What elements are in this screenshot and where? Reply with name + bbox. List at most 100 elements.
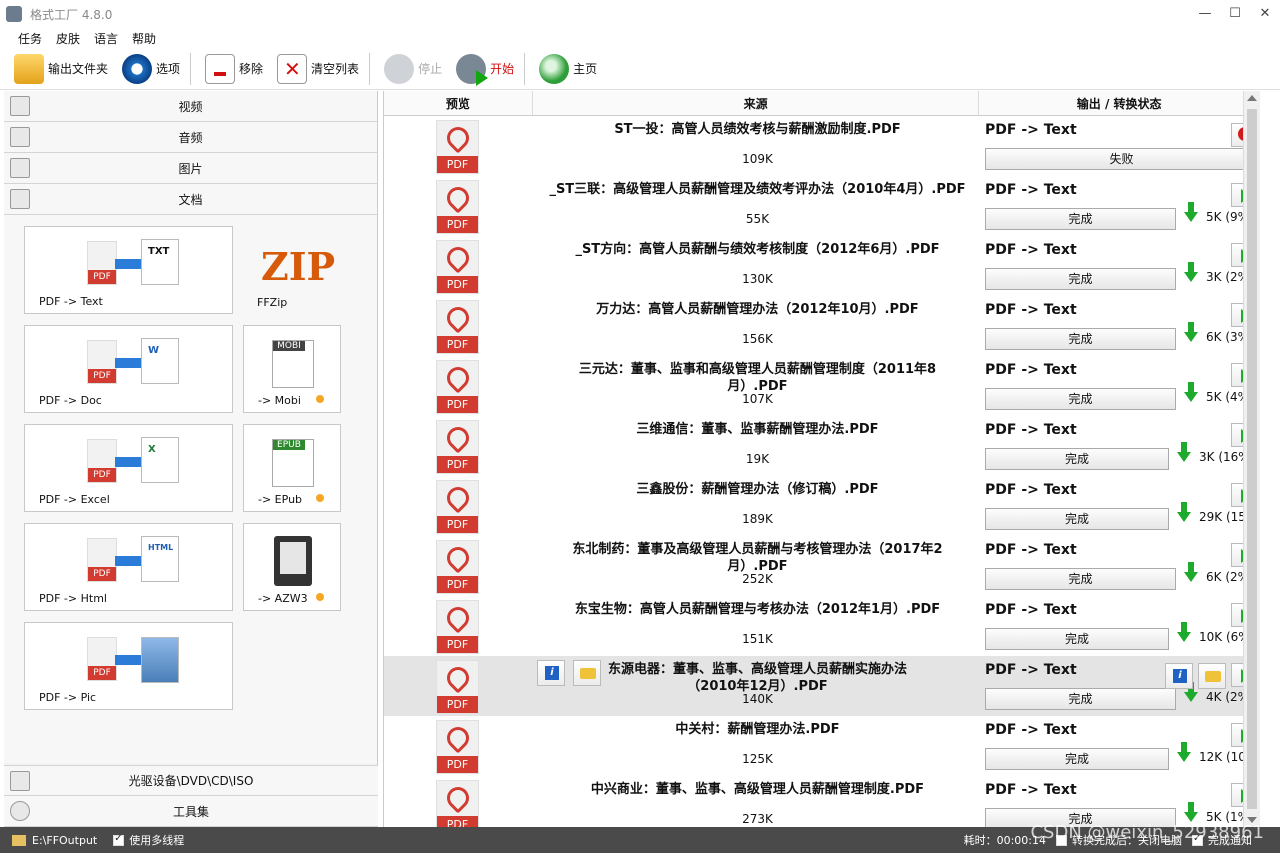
- column-preview[interactable]: 预览: [384, 91, 533, 115]
- remove-label: 移除: [239, 62, 264, 76]
- column-output-status[interactable]: 输出 / 转换状态: [979, 91, 1260, 115]
- menu-tasks[interactable]: 任务: [18, 30, 42, 47]
- scroll-up-icon[interactable]: [1247, 95, 1257, 101]
- maximize-button[interactable]: ☐: [1220, 0, 1250, 28]
- conversion-type: PDF -> Text: [985, 602, 1077, 618]
- status-button[interactable]: 完成: [985, 328, 1176, 350]
- tile-label: FFZip: [257, 296, 288, 309]
- tile-pdf-to-doc[interactable]: W PDF -> Doc: [24, 325, 233, 413]
- tile-pdf-to-excel[interactable]: X PDF -> Excel: [24, 424, 233, 512]
- table-row[interactable]: PDF ST一投：高管人员绩效考核与薪酬激励制度.PDF 109K PDF -> Te…: [384, 116, 1260, 176]
- window-controls: — ☐ ✕: [1190, 0, 1280, 28]
- pdf-label: PDF: [437, 276, 478, 293]
- status-button[interactable]: 完成: [985, 268, 1176, 290]
- minimize-button[interactable]: —: [1190, 0, 1220, 28]
- clear-list-button[interactable]: 清空列表: [277, 51, 359, 87]
- scroll-thumb[interactable]: [1247, 109, 1257, 809]
- remove-button[interactable]: 移除: [205, 51, 263, 87]
- acrobat-icon: [442, 722, 474, 754]
- table-row[interactable]: PDF 三鑫股份：薪酬管理办法（修订稿）.PDF 189K PDF -> Text 完成…: [384, 476, 1260, 536]
- tile-pdf-to-text[interactable]: TXT PDF -> Text: [24, 226, 233, 314]
- menu-skin[interactable]: 皮肤: [56, 30, 80, 47]
- table-row[interactable]: PDF 万力达：高管人员薪酬管理办法（2012年10月）.PDF 156K PDF -…: [384, 296, 1260, 356]
- html-file-tag: HTML: [148, 543, 174, 552]
- audio-icon: [10, 127, 30, 147]
- stop-label: 停止: [418, 62, 443, 76]
- table-row[interactable]: PDF 三元达：董事、监事和高级管理人员薪酬管理制度（2011年8 月）.PDF 1…: [384, 356, 1260, 416]
- title-bar: 格式工厂 4.8.0 — ☐ ✕: [0, 0, 1280, 28]
- close-button[interactable]: ✕: [1250, 0, 1280, 28]
- status-button[interactable]: 完成: [985, 508, 1169, 530]
- pdf-label: PDF: [437, 636, 478, 653]
- status-button[interactable]: 完成: [985, 688, 1176, 710]
- tile-label: PDF -> Excel: [39, 493, 110, 506]
- table-row[interactable]: PDF中关村：薪酬管理办法.PDF125KPDF -> Text完成12K (1…: [384, 716, 1260, 776]
- table-row[interactable]: PDF _ST三联：高级管理人员薪酬管理及绩效考评办法（2010年4月）.PDF 5…: [384, 176, 1260, 236]
- tile-pdf-to-html[interactable]: HTML PDF -> Html: [24, 523, 233, 611]
- pdf-file-icon: PDF: [436, 780, 479, 827]
- open-folder-button[interactable]: [1198, 663, 1226, 689]
- table-row[interactable]: PDF 东北制药：董事及高级管理人员薪酬与考核管理办法（2017年2 月）.PDF…: [384, 536, 1260, 596]
- conversion-type: PDF -> Text: [985, 182, 1077, 198]
- tile-azw3[interactable]: -> AZW3: [243, 523, 341, 611]
- start-label: 开始: [490, 62, 515, 76]
- pdf-file-icon: PDF: [436, 600, 479, 654]
- table-row[interactable]: PDF _ST方向：高管人员薪酬与绩效考核制度（2012年6月）.PDF 130K P…: [384, 236, 1260, 296]
- tile-mobi[interactable]: MOBI -> Mobi: [243, 325, 341, 413]
- file-size: 109K: [742, 152, 773, 166]
- download-arrow-icon: [1177, 742, 1191, 762]
- column-source[interactable]: 来源: [533, 91, 980, 115]
- status-button[interactable]: 完成: [985, 748, 1169, 770]
- category-video[interactable]: 视频: [4, 91, 377, 122]
- acrobat-icon: [442, 122, 474, 154]
- home-label: 主页: [573, 62, 598, 76]
- start-button[interactable]: 开始: [456, 51, 514, 87]
- toolbar: 输出文件夹 选项 移除 清空列表 停止 开始 主页: [0, 48, 1280, 90]
- download-arrow-icon: [1184, 562, 1198, 582]
- status-button[interactable]: 失败: [985, 148, 1258, 170]
- info-button[interactable]: [1165, 663, 1193, 689]
- pdf-icon: [87, 241, 117, 285]
- table-row[interactable]: PDF 三维通信：董事、监事薪酬管理办法.PDF 19K PDF -> Text 完成 3…: [384, 416, 1260, 476]
- file-size: 151K: [742, 632, 773, 646]
- status-button[interactable]: 完成: [985, 568, 1176, 590]
- status-button[interactable]: 完成: [985, 208, 1176, 230]
- tile-ffzip[interactable]: ZIP FFZip: [243, 226, 343, 314]
- table-row[interactable]: PDF 东源电器：董事、监事、高级管理人员薪酬实施办法 （2010年12月）.PD…: [384, 656, 1260, 716]
- status-button[interactable]: 完成: [985, 448, 1169, 470]
- category-image[interactable]: 图片: [4, 153, 377, 184]
- tile-epub[interactable]: EPUB -> EPub: [243, 424, 341, 512]
- status-button[interactable]: 完成: [985, 628, 1169, 650]
- toolbar-separator: [190, 52, 192, 85]
- menu-language[interactable]: 语言: [94, 30, 118, 47]
- options-button[interactable]: 选项: [122, 51, 180, 87]
- home-button[interactable]: 主页: [539, 51, 597, 87]
- output-path[interactable]: E:\FFOutput: [32, 834, 97, 847]
- category-tools[interactable]: 工具集: [4, 796, 378, 827]
- mobi-book-icon: MOBI: [272, 340, 314, 388]
- menu-help[interactable]: 帮助: [132, 30, 156, 47]
- status-button[interactable]: 完成: [985, 388, 1176, 410]
- table-row[interactable]: PDF 中兴商业：董事、监事、高级管理人员薪酬管理制度.PDF 273K PDF ->…: [384, 776, 1260, 827]
- multithread-checkbox[interactable]: [113, 833, 125, 846]
- document-tools-grid: TXT PDF -> Text ZIP FFZip W PDF -> Doc M…: [4, 215, 377, 763]
- bottom-categories: 光驱设备\DVD\CD\ISO 工具集: [4, 765, 378, 827]
- category-optical[interactable]: 光驱设备\DVD\CD\ISO: [4, 765, 378, 796]
- category-document[interactable]: 文档: [4, 184, 377, 215]
- table-row[interactable]: PDF 东宝生物：高管人员薪酬管理与考核办法（2012年1月）.PDF 151K PD…: [384, 596, 1260, 656]
- disc-drive-icon: [10, 771, 30, 791]
- pdf-file-icon: PDF: [436, 120, 479, 174]
- menu-bar: 任务 皮肤 语言 帮助: [0, 28, 1280, 48]
- category-audio[interactable]: 音频: [4, 122, 377, 153]
- file-name: 东北制药：董事及高级管理人员薪酬与考核管理办法（2017年2 月）.PDF: [572, 542, 943, 574]
- pdf-file-icon: PDF: [436, 360, 479, 414]
- vertical-scrollbar[interactable]: [1243, 91, 1260, 827]
- file-size: 19K: [745, 452, 770, 466]
- output-folder-button[interactable]: 输出文件夹: [14, 51, 108, 87]
- pdf-label: PDF: [437, 456, 478, 473]
- stop-button[interactable]: 停止: [384, 51, 442, 87]
- tile-pdf-to-pic[interactable]: PDF -> Pic: [24, 622, 233, 710]
- status-dot: [316, 593, 324, 601]
- acrobat-icon: [442, 782, 474, 814]
- file-size: 140K: [742, 692, 773, 706]
